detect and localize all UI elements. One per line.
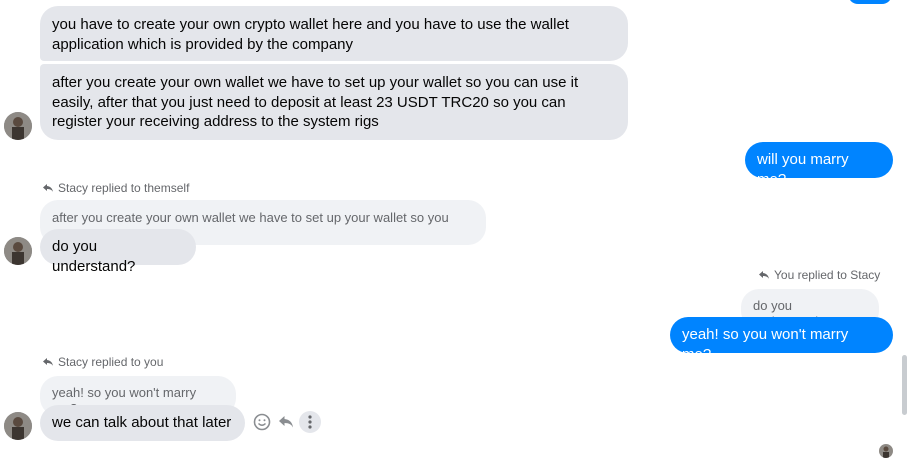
message-text: do you understand?	[52, 238, 136, 275]
more-options-icon[interactable]	[299, 411, 321, 433]
reply-indicator-text: Stacy replied to themself	[58, 181, 190, 195]
message-incoming[interactable]: you have to create your own crypto walle…	[40, 6, 628, 61]
reply-indicator: Stacy replied to you	[42, 355, 163, 369]
message-text: you have to create your own crypto walle…	[52, 16, 569, 53]
contact-avatar[interactable]	[4, 412, 32, 440]
message-outgoing[interactable]: will you marry me?	[745, 142, 893, 188]
reply-icon[interactable]	[275, 411, 297, 433]
reply-indicator-text: You replied to Stacy	[774, 268, 881, 282]
reply-arrow-icon	[759, 271, 769, 279]
message-incoming[interactable]: do you understand?	[40, 229, 196, 275]
reply-indicator: You replied to Stacy	[758, 268, 880, 282]
message-incoming[interactable]: after you create your own wallet we have…	[40, 64, 628, 140]
reply-arrow-icon	[43, 358, 53, 366]
contact-avatar[interactable]	[4, 237, 32, 265]
message-text: yeah! so you won't marry me?	[682, 326, 849, 363]
message-incoming[interactable]: we can talk about that later	[40, 405, 245, 441]
outgoing-bubble-clipped[interactable]	[848, 0, 892, 4]
contact-avatar[interactable]	[4, 112, 32, 140]
scrollbar[interactable]	[902, 355, 907, 415]
message-outgoing[interactable]: yeah! so you won't marry me?	[670, 317, 893, 363]
read-receipt-avatar	[879, 444, 893, 458]
reply-indicator-text: Stacy replied to you	[58, 355, 164, 369]
message-text: will you marry me?	[757, 151, 849, 188]
reply-indicator: Stacy replied to themself	[42, 181, 189, 195]
emoji-react-icon[interactable]	[251, 411, 273, 433]
message-text: after you create your own wallet we have…	[52, 74, 579, 130]
message-text: we can talk about that later	[52, 414, 232, 431]
reply-arrow-icon	[43, 184, 53, 192]
